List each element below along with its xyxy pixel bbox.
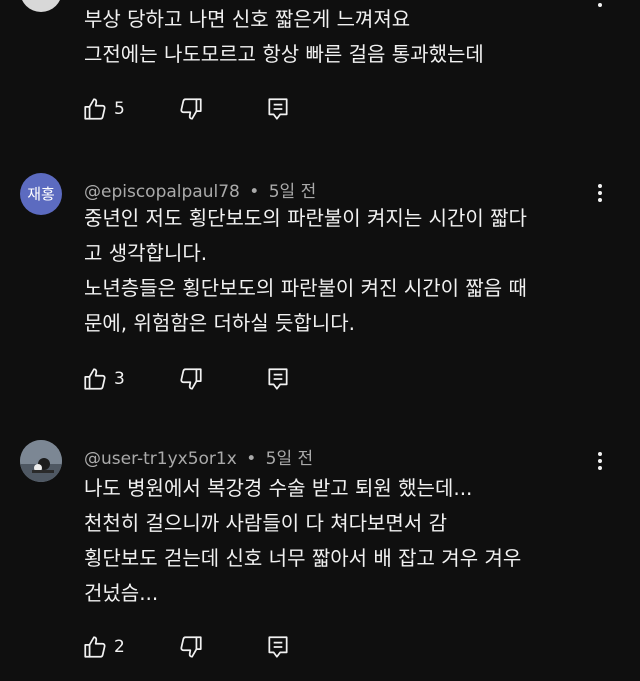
thumb-down-icon	[180, 636, 202, 658]
dislike-button[interactable]	[178, 634, 204, 660]
comment-thread: 재홍 @episcopalpaul78 • 5일 전 중년인 저도 횡단보도의 …	[0, 170, 640, 410]
comment-line: 문에, 위험함은 더하실 듯합니다.	[84, 311, 355, 335]
comment-meta: @episcopalpaul78 • 5일 전	[84, 177, 316, 202]
comment-author[interactable]: @episcopalpaul78	[84, 182, 240, 202]
comment-time[interactable]: 5일 전	[269, 182, 317, 202]
more-vert-icon	[598, 452, 602, 470]
like-button[interactable]: 2	[82, 634, 125, 660]
comment-line: 건넜슴...	[84, 581, 159, 605]
comment-line: 노년층들은 횡단보도의 파란불이 켜진 시간이 짧음 때	[84, 276, 527, 300]
comment-line: 부상 당하고 나면 신호 짧은게 느껴져요	[84, 7, 411, 31]
comment-thread: 부상 당하고 나면 신호 짧은게 느껴져요 그전에는 나도모르고 항상 빠른 걸…	[0, 0, 640, 140]
comment-thread: @user-tr1yx5or1x • 5일 전 나도 병원에서 복강경 수술 받…	[0, 437, 640, 681]
more-options-button[interactable]	[588, 449, 612, 473]
comment-meta: @user-tr1yx5or1x • 5일 전	[84, 444, 313, 469]
avatar-initials: 재홍	[27, 185, 55, 203]
reply-button[interactable]	[265, 366, 291, 392]
avatar[interactable]	[20, 0, 62, 12]
like-count: 5	[114, 99, 125, 119]
comment-line: 횡단보도 걷는데 신호 너무 짧아서 배 잡고 겨우 겨우	[84, 546, 522, 570]
meta-separator: •	[249, 182, 260, 202]
comment-text: 중년인 저도 횡단보도의 파란불이 켜지는 시간이 짧다 고 생각합니다. 노년…	[84, 201, 604, 341]
reply-button[interactable]	[265, 96, 291, 122]
like-button[interactable]: 3	[82, 366, 125, 392]
avatar[interactable]: 재홍	[20, 173, 62, 215]
thumb-down-icon	[180, 368, 202, 390]
dislike-button[interactable]	[178, 366, 204, 392]
comment-author[interactable]: @user-tr1yx5or1x	[84, 449, 237, 469]
comment-line: 그전에는 나도모르고 항상 빠른 걸음 통과했는데	[84, 42, 484, 66]
comment-line: 중년인 저도 횡단보도의 파란불이 켜지는 시간이 짧다	[84, 206, 527, 230]
dislike-button[interactable]	[178, 96, 204, 122]
thumb-down-icon	[180, 98, 202, 120]
reply-comment-icon	[268, 368, 288, 390]
comment-line: 천천히 걸으니까 사람들이 다 쳐다보면서 감	[84, 511, 447, 535]
comment-line: 나도 병원에서 복강경 수술 받고 퇴원 했는데...	[84, 476, 473, 500]
comment-text: 나도 병원에서 복강경 수술 받고 퇴원 했는데... 천천히 걸으니까 사람들…	[84, 471, 604, 611]
thumb-up-icon	[84, 98, 106, 120]
avatar-photo-image	[20, 440, 62, 482]
thumb-up-icon	[84, 636, 106, 658]
reply-comment-icon	[268, 636, 288, 658]
comment-line: 고 생각합니다.	[84, 241, 208, 265]
comment-time[interactable]: 5일 전	[266, 449, 314, 469]
meta-separator: •	[246, 449, 257, 469]
like-count: 3	[114, 369, 125, 389]
reply-button[interactable]	[265, 634, 291, 660]
like-button[interactable]: 5	[82, 96, 125, 122]
reply-comment-icon	[268, 98, 288, 120]
thumb-up-icon	[84, 368, 106, 390]
comment-text: 부상 당하고 나면 신호 짧은게 느껴져요 그전에는 나도모르고 항상 빠른 걸…	[84, 2, 604, 72]
avatar[interactable]	[20, 440, 62, 482]
like-count: 2	[114, 637, 125, 657]
